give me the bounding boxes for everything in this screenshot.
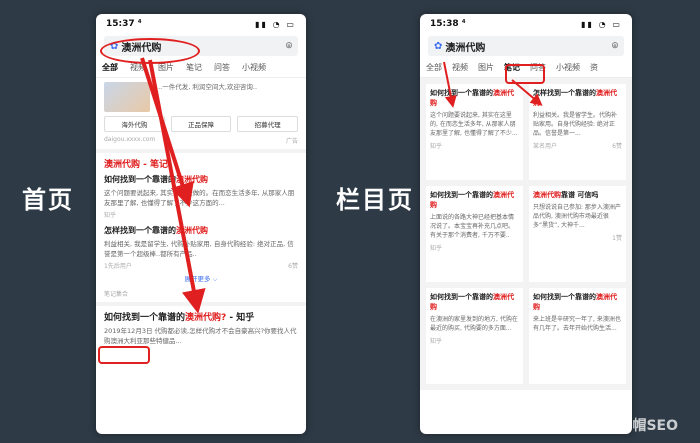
watermark: 知乎 ◎ 白帽SEO xyxy=(568,418,678,434)
annotation-arrows xyxy=(140,57,543,314)
arrow-to-note-item xyxy=(148,59,206,314)
arrow-to-first-card xyxy=(443,61,457,108)
arrow-to-second-card xyxy=(511,79,543,106)
